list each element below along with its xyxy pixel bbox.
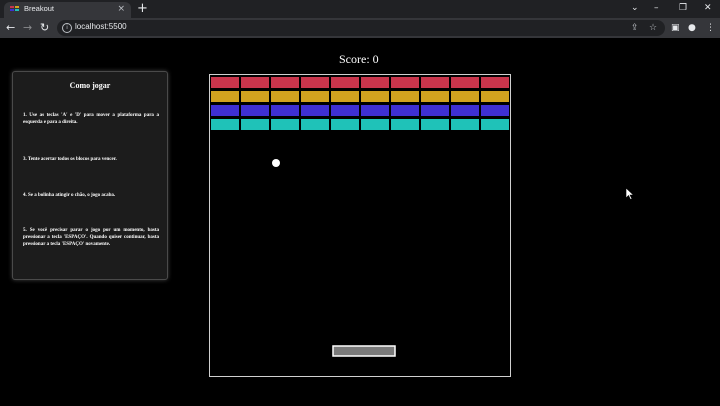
rule-move: 1. Use as teclas 'A' e 'D' para mover a … (23, 113, 159, 125)
brick (421, 119, 449, 130)
rule-game-over: 4. Se a bolinha atingir o chão, o jogo a… (23, 193, 116, 198)
brick (451, 91, 479, 102)
close-window-button[interactable]: ✕ (704, 1, 712, 15)
instructions-title: Como jogar (69, 81, 111, 90)
brick (331, 119, 359, 130)
reload-button[interactable]: ↻ (40, 21, 49, 35)
brick (481, 91, 509, 102)
brick (391, 105, 419, 116)
paddle (332, 345, 396, 357)
brick (241, 77, 269, 88)
tab-title: Breakout (24, 4, 55, 13)
brick (211, 119, 239, 130)
brick (391, 119, 419, 130)
brick (241, 105, 269, 116)
brick (211, 105, 239, 116)
rule-win: 3. Tente acertar todos os blocos para ve… (23, 157, 117, 162)
tab-strip: Breakout × + ⌄ – ❐ ✕ (0, 0, 720, 18)
brick (211, 77, 239, 88)
browser-tab[interactable]: Breakout × (4, 2, 131, 18)
brick (451, 77, 479, 88)
share-icon[interactable]: ⇪ (631, 22, 639, 34)
brick (421, 91, 449, 102)
brick (331, 77, 359, 88)
brick (481, 77, 509, 88)
game-canvas (211, 77, 509, 357)
brick (451, 105, 479, 116)
brick (271, 119, 299, 130)
star-icon[interactable]: ☆ (649, 22, 657, 34)
brick (331, 91, 359, 102)
rule-pause: 5. Se você precisar parar o jogo por um … (23, 228, 159, 247)
sidebar-icon[interactable]: ▣ (671, 21, 680, 35)
brick (241, 119, 269, 130)
brick (271, 77, 299, 88)
browser-toolbar: ← → ↻ i localhost:5500 ⇪ ☆ ▣ ● ⋮ (0, 18, 720, 38)
brick (301, 77, 329, 88)
brick (301, 119, 329, 130)
brick (481, 119, 509, 130)
brick (451, 119, 479, 130)
breakout-favicon-icon (10, 6, 19, 11)
ball (272, 159, 280, 167)
brick (361, 91, 389, 102)
brick (421, 77, 449, 88)
mouse-cursor-icon (626, 188, 634, 200)
minimize-button[interactable]: – (654, 1, 659, 15)
address-bar[interactable]: i localhost:5500 ⇪ ☆ (57, 20, 665, 36)
url-text[interactable]: localhost:5500 (75, 22, 127, 31)
brick (301, 91, 329, 102)
brick (241, 91, 269, 102)
brick (391, 77, 419, 88)
profile-icon[interactable]: ● (688, 21, 696, 35)
game-board[interactable] (209, 74, 511, 377)
brick (211, 91, 239, 102)
brick (361, 105, 389, 116)
menu-icon[interactable]: ⋮ (706, 21, 715, 35)
brick (301, 105, 329, 116)
brick (331, 105, 359, 116)
new-tab-button[interactable]: + (137, 2, 148, 15)
tab-close-icon[interactable]: × (117, 3, 125, 15)
site-info-icon[interactable]: i (62, 23, 72, 33)
brick (271, 105, 299, 116)
score-display: Score: 0 (339, 52, 379, 66)
instructions-panel: Como jogar 1. Use as teclas 'A' e 'D' pa… (12, 71, 168, 280)
back-button[interactable]: ← (6, 21, 15, 35)
brick (391, 91, 419, 102)
brick (361, 77, 389, 88)
forward-button[interactable]: → (23, 21, 32, 35)
maximize-button[interactable]: ❐ (679, 1, 687, 15)
brick (481, 105, 509, 116)
brick (271, 91, 299, 102)
tab-search-icon[interactable]: ⌄ (631, 1, 639, 15)
brick (421, 105, 449, 116)
brick (361, 119, 389, 130)
